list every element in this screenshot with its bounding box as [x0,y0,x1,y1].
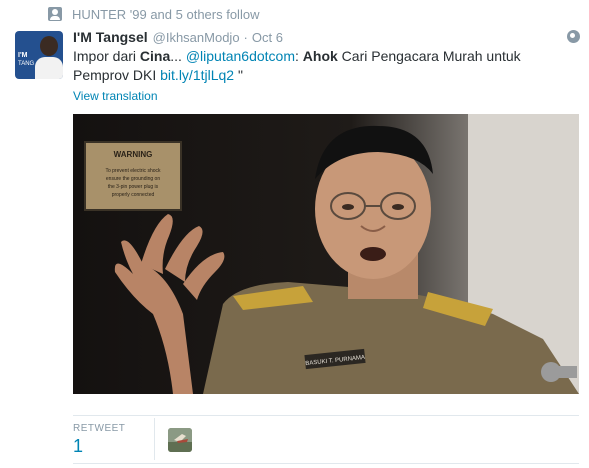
tweet-photo[interactable]: WARNING To prevent electric shock ensure… [73,114,579,394]
photo-illustration: WARNING To prevent electric shock ensure… [73,114,579,394]
retweeter-avatar-image [168,428,192,452]
person-follow-icon [48,7,62,21]
avatar-text-1: I'M [18,52,28,59]
tweet-text-part: Impor dari [73,48,140,64]
author-username[interactable]: @IkhsanModjo [153,30,240,45]
view-translation-link[interactable]: View translation [73,89,158,103]
tweet-text-bold: Ahok [302,48,338,64]
tweet-text: Impor dari Cina... @liputan6dotcom: Ahok… [73,47,573,85]
avatar-text-2: TANG [18,61,35,67]
header-separator: · [243,30,248,45]
social-context-text: HUNTER '99 and 5 others follow [72,6,260,22]
tweet-header: I'M Tangsel @IkhsanModjo · Oct 6 [73,29,283,47]
stats-separator [154,418,155,460]
avatar-face [40,36,58,56]
sign-title: WARNING [114,150,153,159]
url-link[interactable]: bit.ly/1tjlLq2 [160,67,234,83]
tweet-text-bold: Cina [139,48,171,64]
globe-icon [567,30,580,43]
tweet-text-part: : [295,48,303,64]
retweet-count[interactable]: 1 [73,436,83,457]
tweet-text-part: ... [170,48,186,64]
retweeter-avatar[interactable] [168,428,192,452]
sign-line: the 3-pin power plug is [108,184,159,190]
stats-divider-top [73,415,579,416]
retweet-label: RETWEET [73,423,126,434]
author-fullname[interactable]: I'M Tangsel [73,29,148,45]
social-context: HUNTER '99 and 5 others follow [48,5,259,23]
avatar[interactable]: I'M TANG [15,31,63,79]
sign-line: To prevent electric shock [105,168,161,174]
tweet-text-part: " [234,67,243,83]
sign-line: properly connected [112,192,155,198]
tweet-timestamp[interactable]: Oct 6 [252,30,283,45]
avatar-body [35,57,63,79]
stats-divider-bottom [73,463,579,464]
mention-link[interactable]: @liputan6dotcom [186,48,295,64]
sign-line: ensure the grounding on [106,176,160,182]
